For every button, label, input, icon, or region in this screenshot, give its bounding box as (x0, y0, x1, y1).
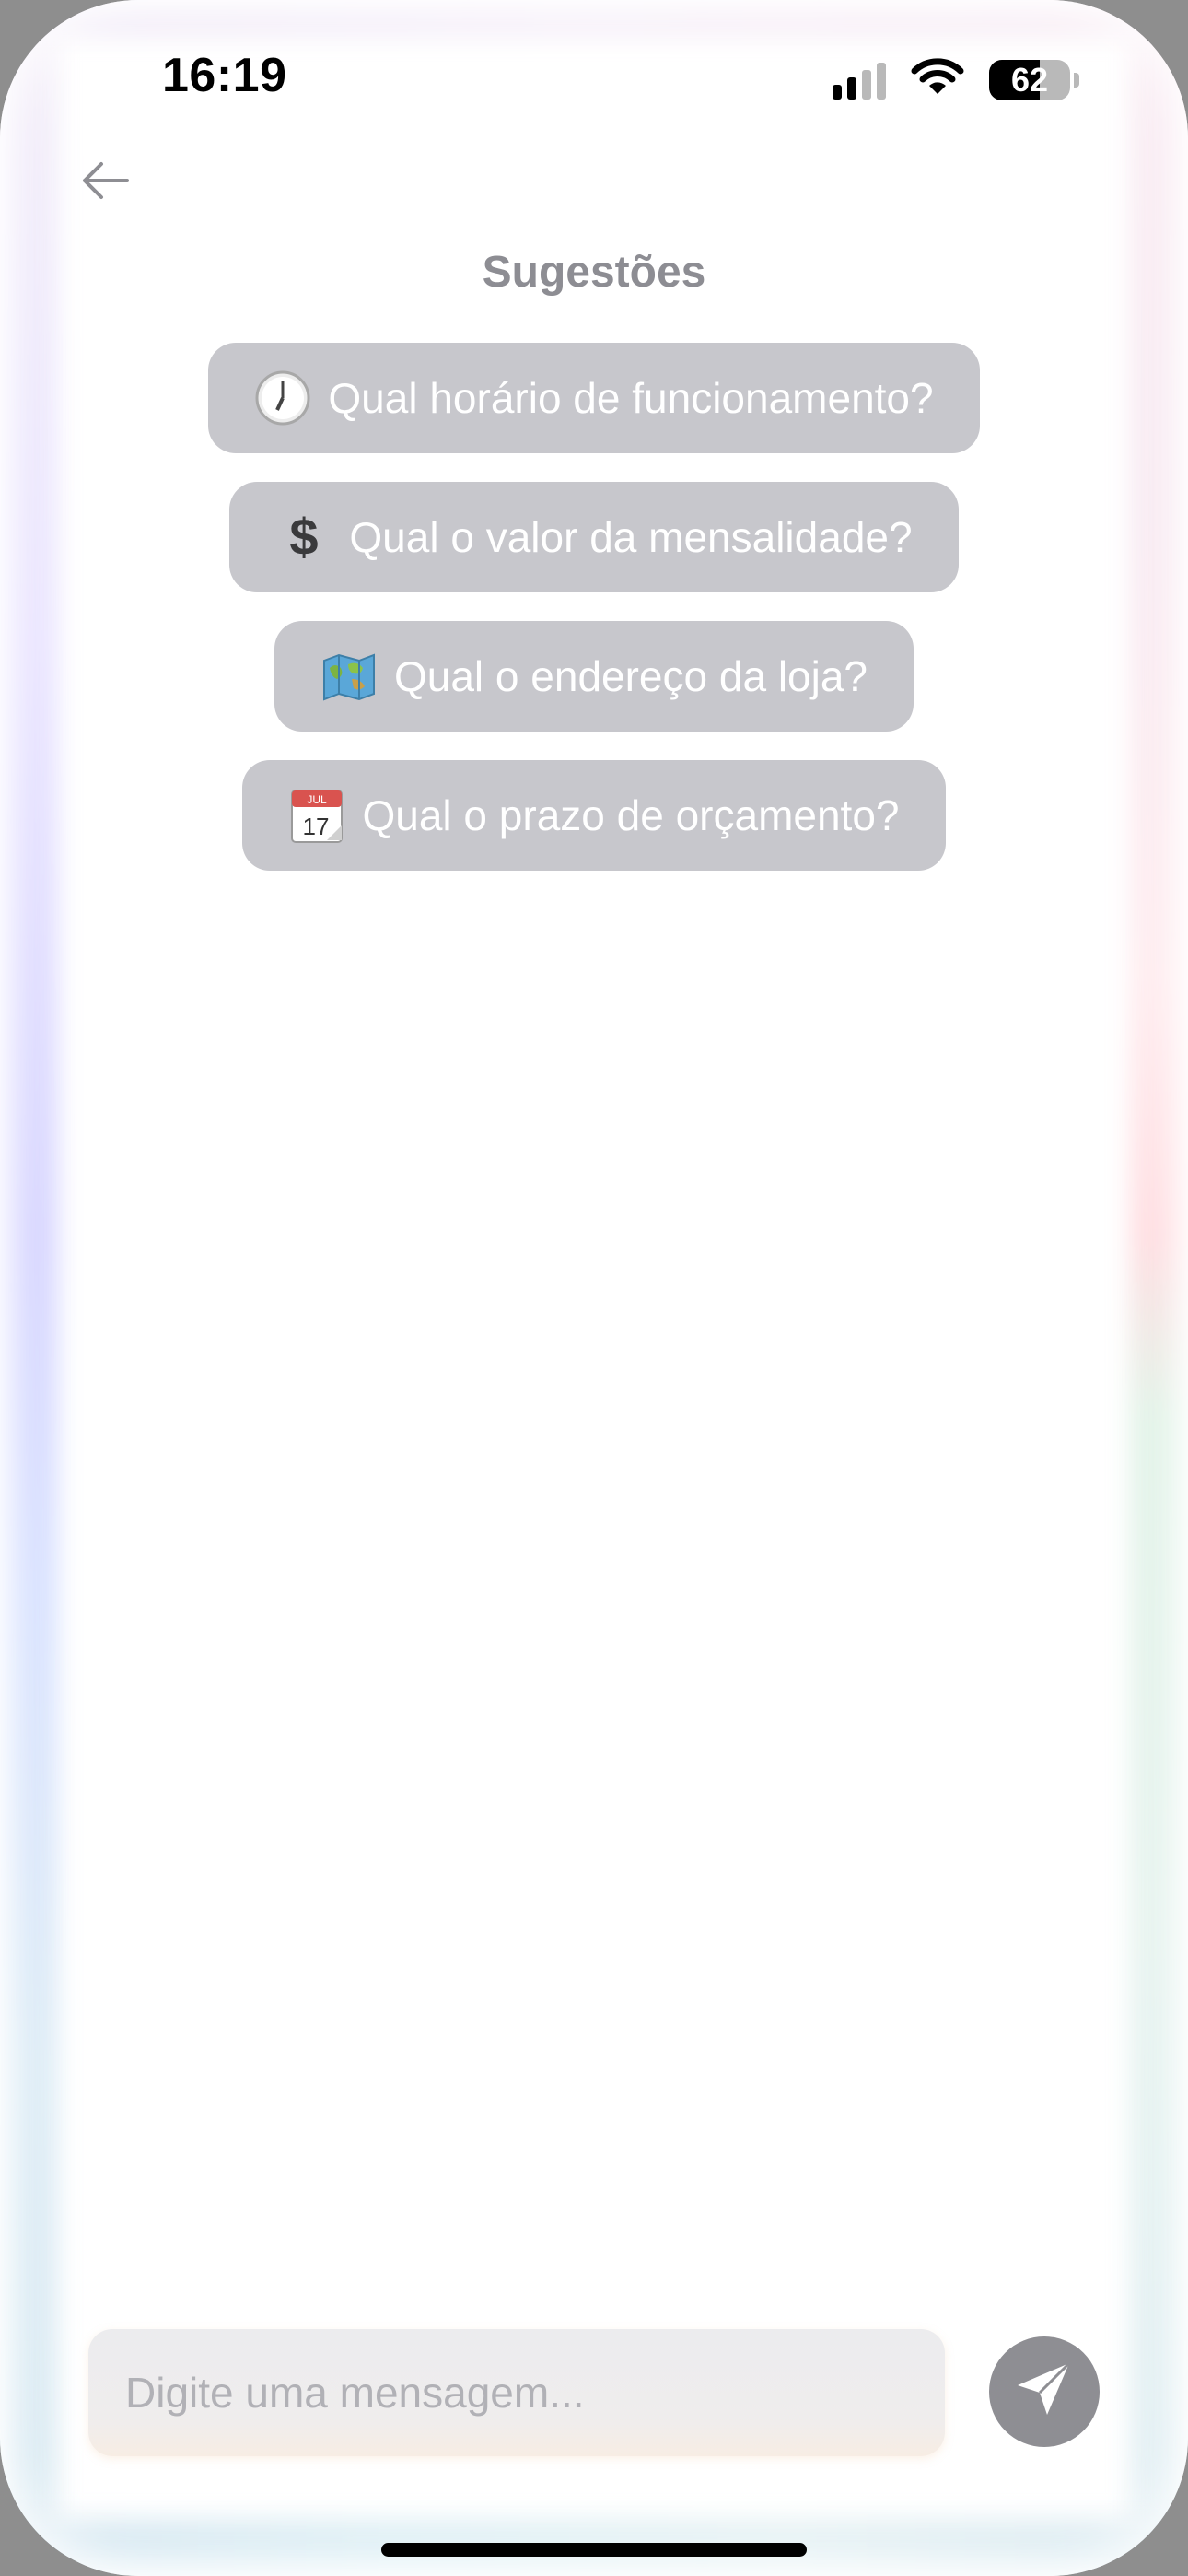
suggestions-list: Qual horário de funcionamento? $ Qual o … (0, 343, 1188, 899)
battery-tip (1074, 72, 1079, 88)
message-input-container (88, 2329, 945, 2456)
battery-percent: 62 (1010, 60, 1049, 99)
suggestion-chip-store-address[interactable]: Qual o endereço da loja? (274, 621, 914, 732)
map-icon (320, 648, 378, 705)
home-indicator (381, 2543, 807, 2557)
paper-plane-icon (1012, 2358, 1077, 2427)
suggestion-label: Qual o valor da mensalidade? (349, 513, 913, 561)
calendar-month: JUL (308, 793, 328, 806)
suggestion-chip-opening-hours[interactable]: Qual horário de funcionamento? (208, 343, 980, 453)
dollar-icon: $ (275, 509, 332, 566)
status-icons: 62 (833, 57, 1079, 102)
calendar-icon: JUL 17 (288, 787, 345, 844)
suggestion-label: Qual horário de funcionamento? (328, 374, 934, 422)
calendar-day: 17 (303, 813, 330, 840)
signal-icon (833, 61, 886, 100)
status-time: 16:19 (162, 49, 287, 102)
back-button[interactable] (76, 153, 134, 212)
suggestion-chip-monthly-fee[interactable]: $ Qual o valor da mensalidade? (229, 482, 959, 592)
wifi-icon (910, 57, 965, 102)
battery-icon: 62 (989, 59, 1070, 100)
svg-text:$: $ (290, 509, 319, 566)
clock-icon (254, 369, 311, 427)
page-title: Sugestões (482, 248, 706, 297)
phone-screen: 16:19 62 Sugestões Qual horário de funci… (0, 0, 1188, 2576)
suggestion-chip-quote-deadline[interactable]: JUL 17 Qual o prazo de orçamento? (242, 760, 946, 871)
message-input[interactable] (123, 2367, 945, 2418)
suggestion-label: Qual o prazo de orçamento? (362, 791, 900, 839)
send-button[interactable] (989, 2336, 1100, 2447)
suggestion-label: Qual o endereço da loja? (393, 652, 868, 700)
arrow-left-icon (79, 160, 131, 205)
edge-glow-top (0, 0, 1188, 37)
